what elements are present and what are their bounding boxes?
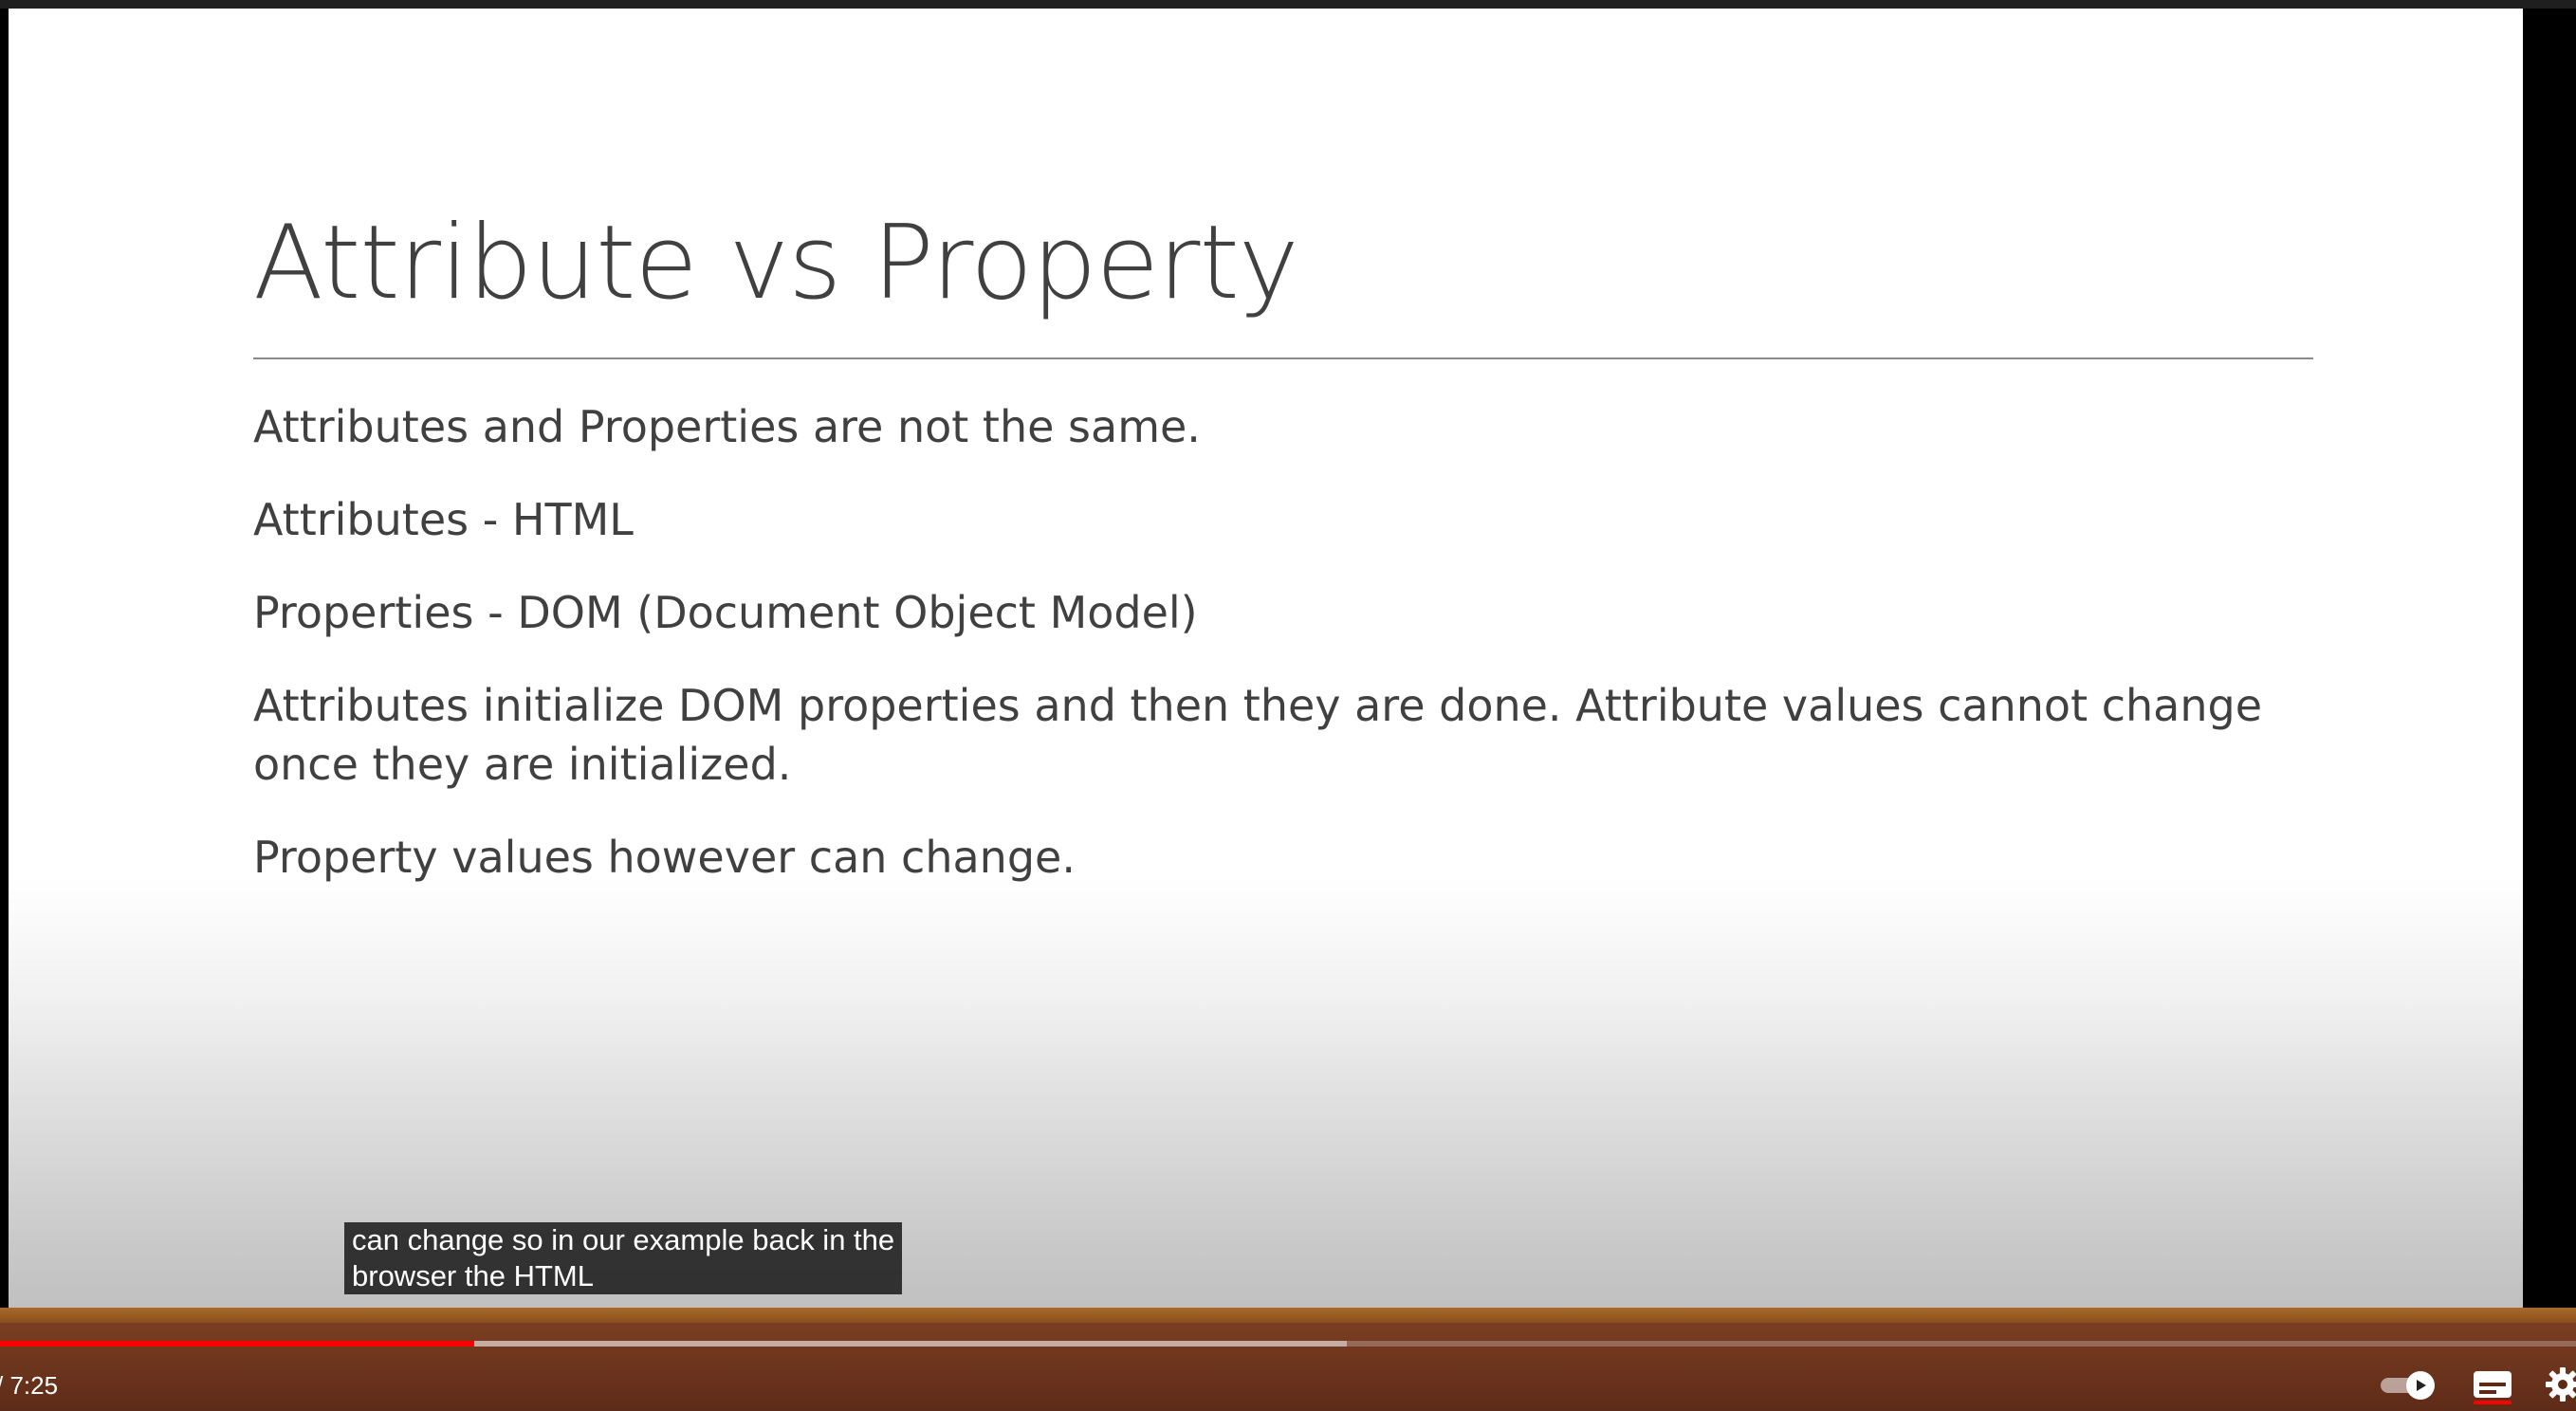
autoplay-toggle-icon — [2406, 1371, 2435, 1400]
caption-line: browser the HTML — [352, 1259, 594, 1292]
progress-bar[interactable] — [0, 1341, 2576, 1347]
slide-bullet: Attributes - HTML — [253, 494, 634, 545]
slide-title: Attribute vs Property — [253, 204, 1299, 322]
slide-bullet-list: Attributes and Properties are not the sa… — [253, 397, 2330, 921]
slide-bullet: Attributes initialize DOM properties and… — [253, 680, 2263, 790]
settings-button[interactable] — [2544, 1365, 2576, 1403]
gear-icon — [2546, 1367, 2576, 1402]
slide-bullet: Properties - DOM (Document Object Model) — [253, 587, 1198, 638]
title-divider — [253, 357, 2313, 359]
progress-played — [0, 1341, 474, 1347]
subtitles-active-indicator — [2474, 1401, 2512, 1404]
time-display: / 7:25 — [0, 1371, 59, 1400]
subtitles-icon-line — [2479, 1390, 2496, 1394]
autoplay-toggle[interactable] — [2381, 1371, 2436, 1400]
video-player[interactable]: Attribute vs Property Attributes and Pro… — [0, 0, 2576, 1411]
player-controls-bar — [0, 1323, 2576, 1411]
slide-bullet: Property values however can change. — [253, 832, 1076, 883]
video-frame-slide[interactable]: Attribute vs Property Attributes and Pro… — [9, 9, 2523, 1308]
caption-line: can change so in our example back in the — [352, 1223, 895, 1256]
subtitle-caption: can change so in our example back in the… — [344, 1222, 903, 1294]
slide-bullet: Attributes and Properties are not the sa… — [253, 401, 1201, 452]
subtitles-icon-line — [2479, 1383, 2506, 1386]
player-top-edge — [0, 0, 2576, 9]
subtitles-button[interactable] — [2470, 1367, 2515, 1404]
video-frame-bottom-band — [0, 1308, 2576, 1323]
